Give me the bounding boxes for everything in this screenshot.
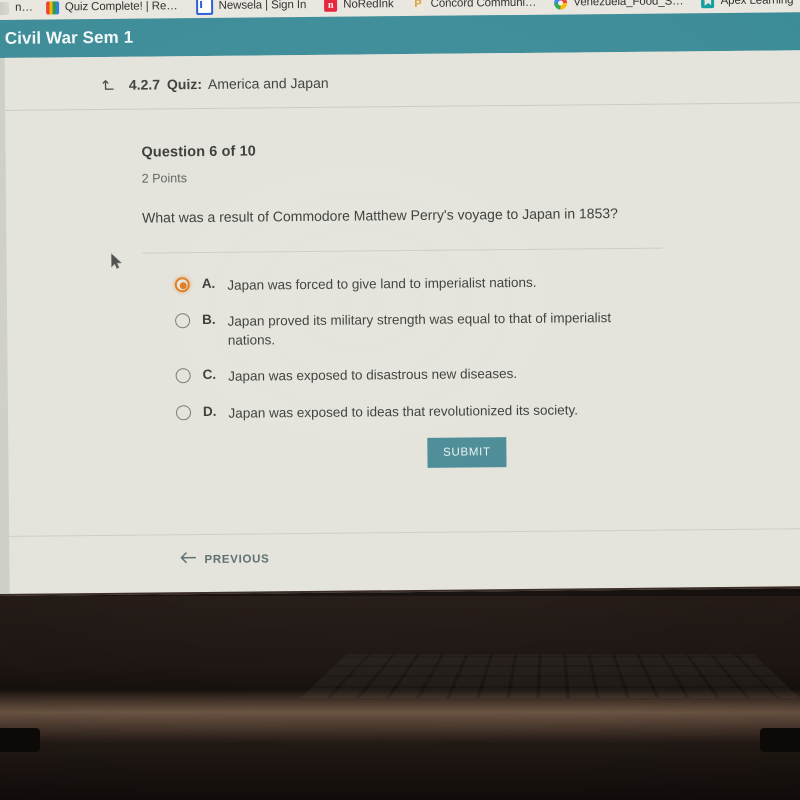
previous-label: PREVIOUS [204, 553, 270, 567]
radio-button-c[interactable] [175, 368, 191, 384]
answer-options: A. Japan was forced to give land to impe… [174, 270, 704, 423]
radio-button-a[interactable] [174, 277, 190, 293]
browser-tab-label: Quiz Complete! | Re… [64, 0, 178, 14]
browser-tab[interactable]: Newsela | Sign In [187, 0, 316, 18]
arrow-left-icon [179, 551, 197, 569]
laptop-hinge-left [0, 728, 40, 752]
question-prompt: What was a result of Commodore Matthew P… [142, 205, 618, 226]
google-drive-icon [554, 0, 568, 10]
partial-favicon [0, 1, 10, 15]
answer-text-a: Japan was forced to give land to imperia… [227, 274, 537, 293]
quiz-page: 4.2.7 Quiz: America and Japan Question 6… [4, 50, 800, 594]
question-block: Question 6 of 10 2 Points What was a res… [141, 139, 704, 439]
question-points: 2 Points [141, 171, 187, 186]
laptop-keyboard [300, 654, 800, 698]
answer-text-b: Japan proved its military strength was e… [227, 310, 612, 348]
footer-divider [9, 528, 800, 537]
browser-tab-label: NoRedInk [343, 0, 394, 11]
laptop-screen: n… Quiz Complete! | Re… Newsela | Sign I… [0, 0, 800, 596]
browser-tab-label: Newsela | Sign In [218, 0, 307, 12]
browser-tab-label: Concord Communi… [430, 0, 537, 10]
breadcrumb-kind: Quiz: [166, 76, 203, 93]
browser-tab-label: Venezuela_Food_S… [573, 0, 684, 9]
answer-option-c[interactable]: C. Japan was exposed to disastrous new d… [175, 362, 704, 387]
answer-text-c: Japan was exposed to disastrous new dise… [228, 366, 518, 385]
answer-key-d: D. [202, 403, 217, 419]
breadcrumb-number: 4.2.7 [128, 76, 161, 93]
previous-button[interactable]: PREVIOUS [179, 550, 270, 569]
answer-option-d[interactable]: D. Japan was exposed to ideas that revol… [175, 398, 704, 423]
answer-key-c: C. [202, 367, 217, 383]
question-divider [142, 247, 663, 254]
browser-tab-label: Apex Learning [720, 0, 794, 8]
answer-text-d: Japan was exposed to ideas that revoluti… [228, 401, 579, 421]
noredink-icon: n [324, 0, 338, 12]
up-level-arrow-icon[interactable] [101, 77, 116, 92]
mouse-cursor [110, 253, 122, 271]
browser-tab[interactable]: P Concord Communi… [402, 0, 545, 16]
answer-key-b: B. [202, 311, 216, 328]
radio-button-d[interactable] [175, 404, 192, 420]
colored-stripes-icon [45, 0, 59, 15]
newsela-icon [195, 0, 213, 15]
browser-tab[interactable]: Apex Learning [692, 0, 800, 13]
answer-option-b[interactable]: B. Japan proved its military strength wa… [175, 306, 703, 350]
answer-key-a: A. [201, 275, 216, 291]
laptop-chassis [0, 596, 800, 800]
breadcrumb-title: America and Japan [207, 74, 329, 92]
breadcrumb[interactable]: 4.2.7 Quiz: America and Japan [101, 75, 329, 93]
browser-tab-label: n… [15, 1, 33, 14]
browser-tab[interactable]: Quiz Complete! | Re… [37, 0, 187, 20]
course-title: e Civil War Sem 1 [0, 27, 134, 49]
answer-option-a[interactable]: A. Japan was forced to give land to impe… [174, 270, 703, 295]
screenshot-root: n… Quiz Complete! | Re… Newsela | Sign I… [0, 0, 800, 800]
apex-learning-icon [701, 0, 715, 8]
submit-button[interactable]: SUBMIT [427, 437, 507, 468]
question-counter: Question 6 of 10 [141, 143, 256, 161]
concord-icon: P [411, 0, 425, 11]
browser-tab[interactable]: n NoRedInk [315, 0, 403, 17]
radio-button-b[interactable] [175, 313, 191, 329]
browser-tab[interactable]: n… [0, 0, 37, 20]
laptop-hinge-right [760, 728, 800, 752]
breadcrumb-divider [5, 102, 800, 111]
